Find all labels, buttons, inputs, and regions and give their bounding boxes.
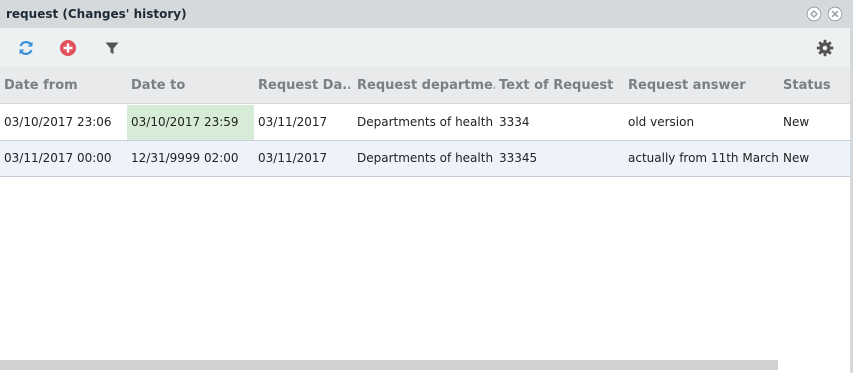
cell-request-answer: actually from 11th March [628,151,778,165]
column-header-text-of-request[interactable]: Text of Request [499,78,621,93]
close-button[interactable] [827,6,843,22]
window-title: request (Changes' history) [6,7,187,21]
toolbar [0,28,853,67]
refresh-button[interactable] [15,37,37,59]
cell-date-to-changed: 03/10/2017 23:59 [127,105,254,140]
cell-request-date: 03/11/2017 [258,151,328,165]
plus-circle-icon [60,40,76,56]
add-record-button[interactable] [57,37,79,59]
cell-request-department: Departments of health [357,151,494,165]
column-header-request-date[interactable]: Request Da... [258,78,350,93]
filter-icon [105,42,119,54]
cell-request-answer: old version [628,115,695,129]
cell-date-from: 03/10/2017 23:06 [4,115,112,129]
table-row[interactable]: 03/10/2017 23:06 03/10/2017 23:59 03/11/… [0,105,853,141]
column-header-status[interactable]: Status [783,78,843,93]
cell-date-from: 03/11/2017 00:00 [4,151,112,165]
cell-date-to: 12/31/9999 02:00 [131,151,239,165]
cell-status: New [783,151,810,165]
refresh-icon [19,41,33,55]
column-header-date-to[interactable]: Date to [127,78,254,93]
column-header-request-answer[interactable]: Request answer [628,78,778,93]
cell-status: New [783,115,810,129]
column-header-request-department[interactable]: Request departme... [357,78,495,93]
restore-button[interactable] [806,6,822,22]
cell-text-of-request: 33345 [499,151,538,165]
horizontal-scrollbar-thumb[interactable] [0,360,778,370]
close-icon [827,6,843,22]
restore-icon [806,6,822,22]
cell-request-date: 03/11/2017 [258,115,328,129]
table-row[interactable]: 03/11/2017 00:00 12/31/9999 02:00 03/11/… [0,141,853,177]
settings-button[interactable] [814,37,836,59]
gear-icon [816,39,834,57]
cell-text-of-request: 3334 [499,115,530,129]
cell-request-department: Departments of health [357,115,494,129]
window-titlebar: request (Changes' history) [0,0,853,28]
filter-button[interactable] [101,37,123,59]
column-header-date-from[interactable]: Date from [4,78,122,93]
table-header: Date from Date to Request Da... Request … [0,67,853,104]
